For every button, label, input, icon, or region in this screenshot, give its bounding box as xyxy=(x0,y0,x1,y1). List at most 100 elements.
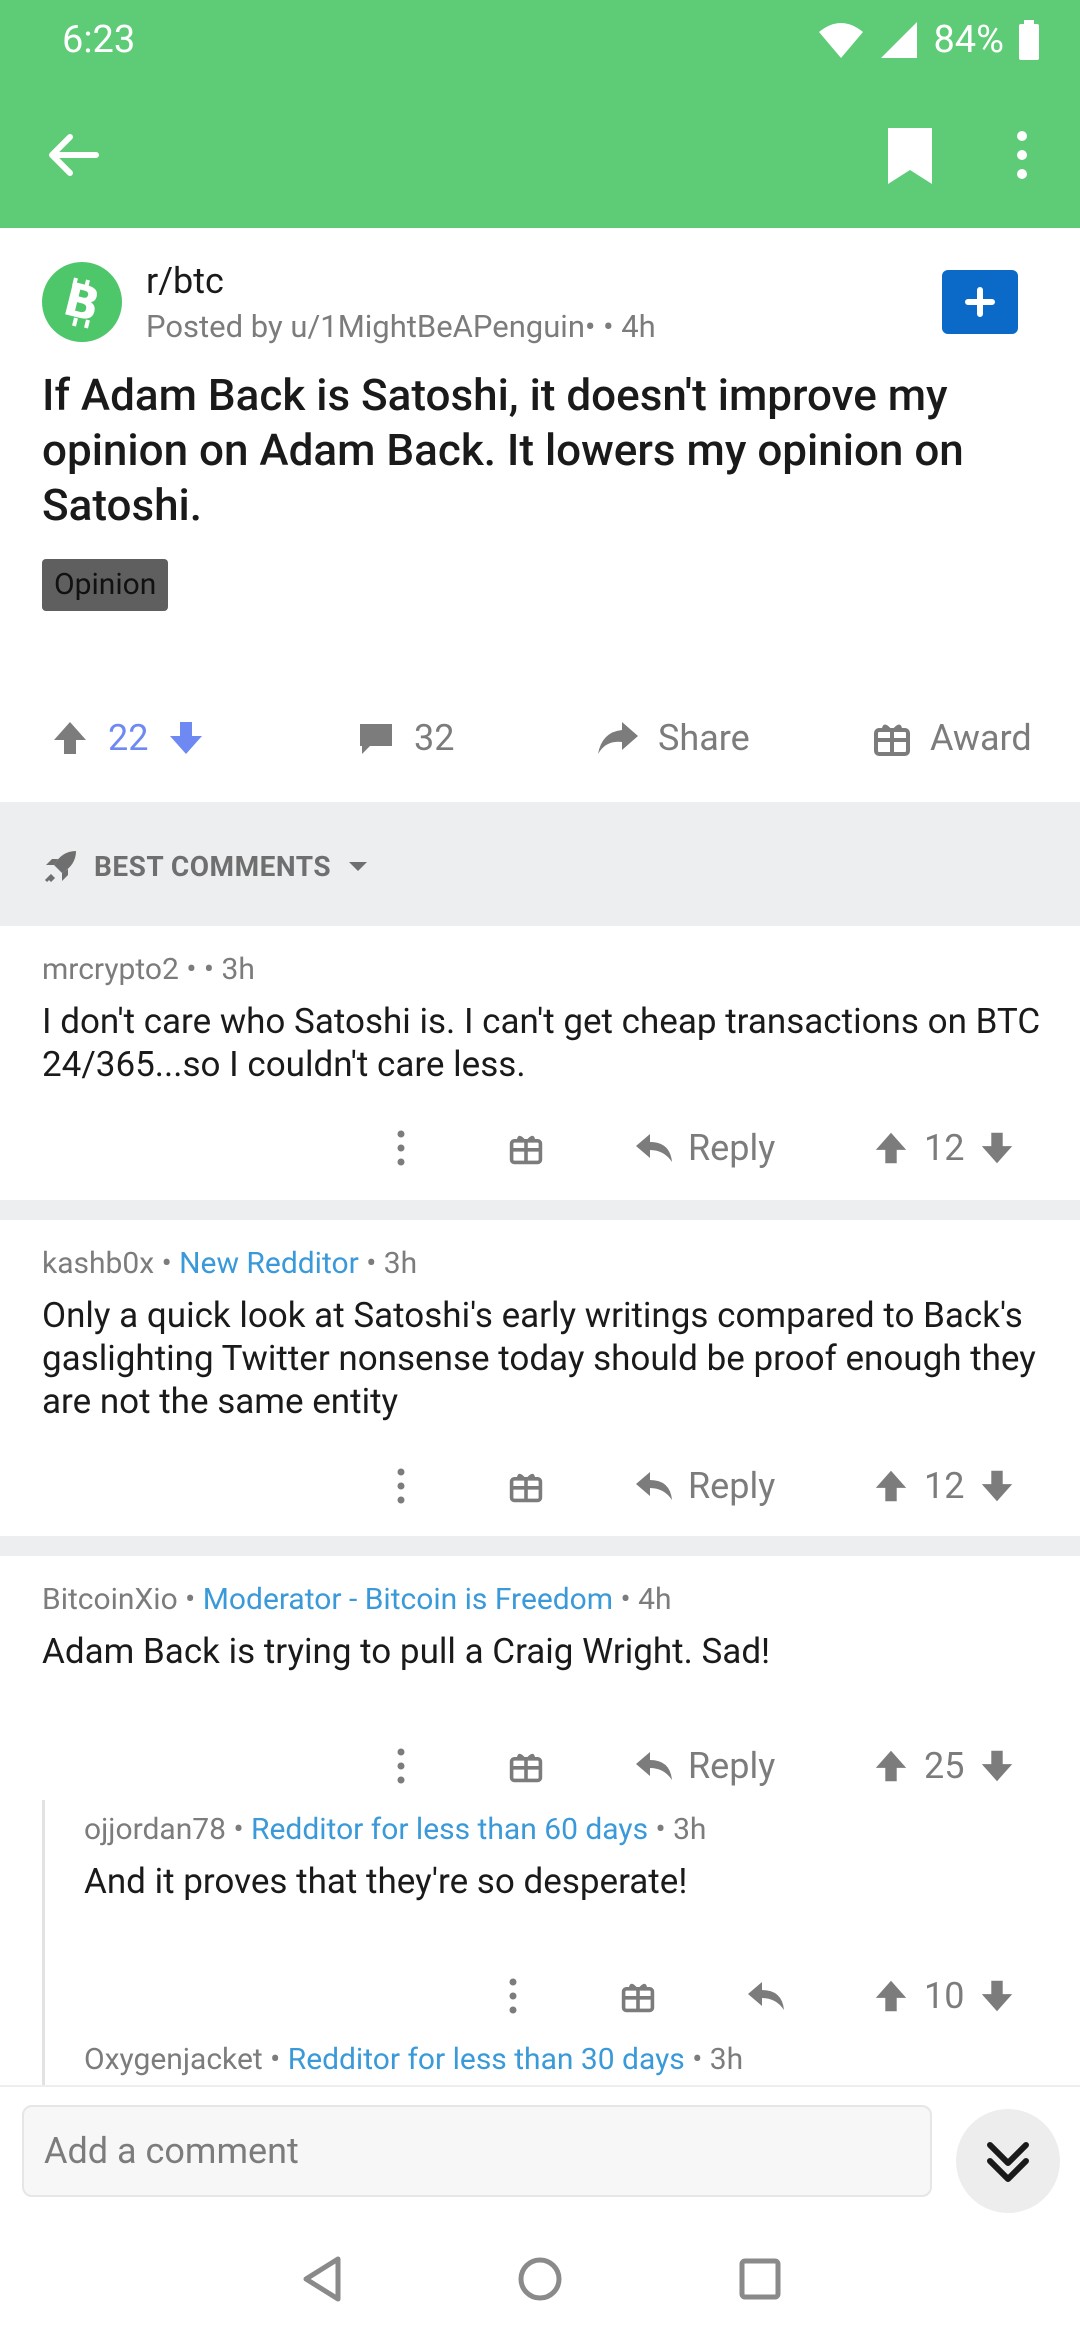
comment-thread: BitcoinXio • Moderator - Bitcoin is Free… xyxy=(0,1556,1080,2085)
comments-count: 32 xyxy=(414,717,455,759)
post-vote-group: 22 xyxy=(50,698,206,778)
comment-vote-group: 25 xyxy=(872,1736,1016,1796)
gift-icon xyxy=(872,718,912,758)
comment-time: • 3h xyxy=(648,1812,707,1847)
meta-separator: • xyxy=(262,2042,288,2077)
comment-actions: Reply 25 xyxy=(0,1736,1080,1796)
upvote-icon[interactable] xyxy=(872,1467,910,1505)
comment-more-icon[interactable] xyxy=(498,1966,528,2026)
downvote-icon[interactable] xyxy=(978,1747,1016,1785)
bookmark-icon[interactable] xyxy=(880,122,940,188)
upvote-icon[interactable] xyxy=(872,1747,910,1785)
share-button[interactable]: Share xyxy=(596,698,750,778)
comment-time: • 3h xyxy=(358,1246,418,1281)
status-time: 6:23 xyxy=(62,18,136,62)
meta-separator: • xyxy=(226,1812,252,1847)
reply-body: And it proves that they're so desperate! xyxy=(84,1861,688,1902)
comment-award-gift-icon[interactable] xyxy=(508,1456,544,1516)
comment-body: Adam Back is trying to pull a Craig Wrig… xyxy=(42,1631,771,1672)
subreddit-bitcoin-icon[interactable]: B xyxy=(42,262,122,342)
comment-divider xyxy=(0,1536,1080,1556)
more-options-icon[interactable] xyxy=(1002,122,1042,188)
subreddit-name[interactable]: r/btc xyxy=(146,260,224,302)
nav-back-icon[interactable] xyxy=(294,2251,350,2307)
comment-award-gift-icon[interactable] xyxy=(508,1118,544,1178)
comment-score: 12 xyxy=(924,1127,965,1169)
join-subreddit-button[interactable] xyxy=(942,270,1018,334)
add-comment-input[interactable]: Add a comment xyxy=(22,2105,932,2197)
comment-meta: kashb0x • New Redditor • 3h xyxy=(42,1246,417,1281)
nav-recents-icon[interactable] xyxy=(732,2251,788,2307)
comment-more-icon[interactable] xyxy=(386,1456,416,1516)
reply-label: Reply xyxy=(688,1465,776,1507)
comment-time: • 3h xyxy=(203,952,255,987)
comment-item: kashb0x • New Redditor • 3h Only a quick… xyxy=(0,1220,1080,1536)
downvote-icon[interactable] xyxy=(978,1129,1016,1167)
downvote-icon[interactable] xyxy=(166,718,206,758)
nav-home-icon[interactable] xyxy=(512,2251,568,2307)
post-card: B r/btc Posted by u/1MightBeAPenguin• • … xyxy=(0,228,1080,802)
comment-author[interactable]: Oxygenjacket xyxy=(84,2042,263,2077)
comment-more-icon[interactable] xyxy=(386,1736,416,1796)
post-actions: 22 32 Share Award xyxy=(0,698,1080,778)
post-title: If Adam Back is Satoshi, it doesn't impr… xyxy=(42,369,964,531)
upvote-icon[interactable] xyxy=(50,718,90,758)
comment-score: 25 xyxy=(924,1745,965,1787)
status-bar: 6:23 84% xyxy=(0,0,1080,80)
award-button[interactable]: Award xyxy=(872,698,1032,778)
reply-button[interactable]: Reply xyxy=(634,1736,775,1796)
comments-count-button[interactable]: 32 xyxy=(356,698,454,778)
award-label: Award xyxy=(930,717,1032,759)
comment-vote-group: 12 xyxy=(872,1118,1016,1178)
comment-bubble-icon xyxy=(356,718,396,758)
comment-award-gift-icon[interactable] xyxy=(620,1966,656,2026)
signal-icon xyxy=(879,20,919,60)
thread-line[interactable] xyxy=(42,1800,45,2085)
battery-icon xyxy=(1018,20,1040,60)
reply-button[interactable]: Reply xyxy=(634,1118,775,1178)
app-bar xyxy=(0,100,1080,210)
reply-actions: 10 xyxy=(0,1966,1080,2026)
comment-meta: BitcoinXio • Moderator - Bitcoin is Free… xyxy=(42,1582,672,1617)
author-badge: Moderator - Bitcoin is Freedom xyxy=(202,1582,614,1617)
comment-time: • 3h xyxy=(684,2042,744,2077)
reply-meta: Oxygenjacket • Redditor for less than 30… xyxy=(84,2042,743,2077)
downvote-icon[interactable] xyxy=(978,1467,1016,1505)
reply-label: Reply xyxy=(688,1127,776,1169)
comment-author[interactable]: mrcrypto2 xyxy=(42,952,179,987)
post-meta: Posted by u/1MightBeAPenguin• • 4h xyxy=(146,308,656,345)
svg-text:B: B xyxy=(58,272,105,333)
comment-award-gift-icon[interactable] xyxy=(508,1736,544,1796)
comment-item: mrcrypto2 • • 3h I don't care who Satosh… xyxy=(0,926,1080,1200)
rocket-icon xyxy=(42,847,80,885)
comment-divider xyxy=(0,1200,1080,1220)
meta-separator: • xyxy=(177,1582,203,1617)
upvote-icon[interactable] xyxy=(872,1977,910,2015)
comment-meta: mrcrypto2 • • 3h xyxy=(42,952,255,987)
comment-more-icon[interactable] xyxy=(386,1118,416,1178)
upvote-icon[interactable] xyxy=(872,1129,910,1167)
sort-dropdown[interactable]: BEST COMMENTS xyxy=(42,844,371,888)
chevron-down-icon xyxy=(345,853,371,879)
reply-button[interactable]: Reply xyxy=(634,1456,775,1516)
author-badge: Redditor for less than 60 days xyxy=(251,1812,649,1847)
comment-composer: Add a comment xyxy=(0,2085,1080,2215)
collapse-thread-button[interactable] xyxy=(956,2109,1060,2213)
post-flair[interactable]: Opinion xyxy=(42,559,169,611)
comment-score: 12 xyxy=(924,1465,965,1507)
post-score: 22 xyxy=(108,717,149,759)
comment-score: 10 xyxy=(924,1975,965,2017)
comment-author[interactable]: kashb0x xyxy=(42,1246,154,1281)
comment-author[interactable]: ojjordan78 xyxy=(84,1812,226,1847)
reply-arrow-icon[interactable] xyxy=(746,1966,786,2026)
meta-separator: • xyxy=(154,1246,180,1281)
reply-meta: ojjordan78 • Redditor for less than 60 d… xyxy=(84,1812,706,1847)
back-arrow-icon[interactable] xyxy=(40,122,106,188)
meta-separator: • xyxy=(178,952,204,987)
wifi-icon xyxy=(817,20,865,60)
system-nav-bar xyxy=(0,2215,1080,2340)
battery-level: 84% xyxy=(933,18,1004,62)
comment-author[interactable]: BitcoinXio xyxy=(42,1582,178,1617)
downvote-icon[interactable] xyxy=(978,1977,1016,2015)
comment-sort-bar: BEST COMMENTS xyxy=(0,802,1080,926)
